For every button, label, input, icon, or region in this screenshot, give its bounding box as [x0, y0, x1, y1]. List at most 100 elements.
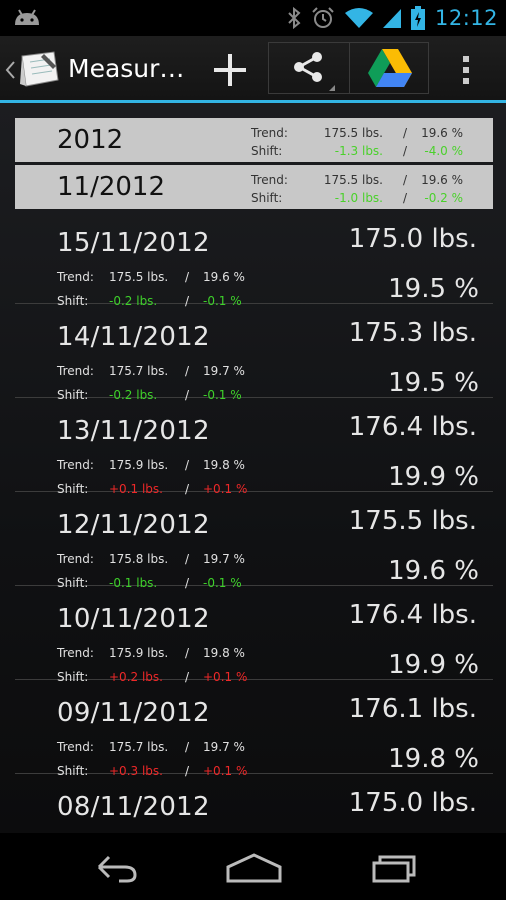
entry-weight: 175.3 lbs. [348, 318, 477, 348]
trend-label: Trend: [57, 646, 94, 660]
share-icon [294, 52, 335, 91]
google-drive-button[interactable] [349, 42, 429, 94]
google-drive-icon [368, 49, 412, 87]
status-bar: 12:12 [0, 0, 506, 36]
bluetooth-icon [288, 6, 301, 30]
trend-weight: 175.7 lbs. [109, 740, 169, 754]
back-chevron-icon [5, 61, 15, 79]
summary-date: 2012 [57, 125, 124, 155]
shift-weight: -1.0 lbs. [334, 191, 383, 205]
android-debug-icon [15, 9, 39, 25]
trend-weight: 175.9 lbs. [109, 646, 169, 660]
trend-fat: 19.7 % [203, 364, 245, 378]
measurement-row[interactable]: 08/11/2012 175.0 lbs. [15, 774, 493, 833]
trend-weight: 175.5 lbs. [109, 270, 169, 284]
alarm-icon [312, 7, 334, 28]
up-navigation-button[interactable] [4, 50, 64, 90]
measurement-row[interactable]: 15/11/2012 175.0 lbs. Trend: 175.5 lbs. … [15, 210, 493, 308]
separator: / [185, 646, 190, 660]
add-measurement-button[interactable] [206, 50, 254, 90]
separator: / [403, 173, 408, 187]
trend-weight: 175.5 lbs. [323, 173, 383, 187]
measurement-row[interactable]: 12/11/2012 175.5 lbs. Trend: 175.8 lbs. … [15, 492, 493, 590]
measurement-row[interactable]: 10/11/2012 176.4 lbs. Trend: 175.9 lbs. … [15, 586, 493, 684]
wifi-icon [344, 8, 373, 28]
notebook-app-icon [20, 51, 59, 87]
nav-back-button[interactable] [83, 847, 143, 887]
trend-fat: 19.6 % [421, 173, 463, 187]
separator: / [185, 740, 190, 754]
shift-fat: -0.2 % [424, 191, 463, 205]
trend-label: Trend: [251, 173, 288, 187]
entry-weight: 175.5 lbs. [348, 506, 477, 536]
separator: / [185, 458, 190, 472]
shift-label: Shift: [251, 191, 283, 205]
navigation-bar [0, 833, 506, 900]
overflow-menu-icon [463, 56, 469, 84]
separator: / [185, 270, 190, 284]
entry-weight: 175.0 lbs. [348, 224, 477, 254]
clock: 12:12 [434, 6, 498, 30]
summary-stats: Trend: 175.5 lbs. / 19.6 % Shift: -1.0 l… [251, 173, 483, 209]
overflow-menu-button[interactable] [450, 50, 482, 90]
entry-date: 09/11/2012 [57, 698, 210, 728]
trend-label: Trend: [57, 364, 94, 378]
share-button[interactable] [268, 42, 350, 94]
trend-weight: 175.9 lbs. [109, 458, 169, 472]
nav-home-button[interactable] [222, 847, 282, 887]
shift-weight: -1.3 lbs. [334, 144, 383, 158]
separator: / [403, 144, 408, 158]
entry-fat: 19.9 % [388, 462, 479, 492]
separator: / [185, 552, 190, 566]
nav-recent-apps-button[interactable] [364, 847, 424, 887]
shift-fat: -4.0 % [424, 144, 463, 158]
measurement-list[interactable]: 2012 Trend: 175.5 lbs. / 19.6 % Shift: -… [0, 103, 506, 833]
entry-date: 12/11/2012 [57, 510, 210, 540]
action-bar-title: Measur… [68, 54, 185, 83]
trend-weight: 175.5 lbs. [323, 126, 383, 140]
cell-signal-icon [382, 9, 401, 28]
entry-fat: 19.6 % [388, 556, 479, 586]
trend-fat: 19.7 % [203, 740, 245, 754]
trend-fat: 19.6 % [203, 270, 245, 284]
trend-label: Trend: [57, 740, 94, 754]
home-icon [226, 853, 282, 883]
trend-label: Trend: [57, 458, 94, 472]
entry-weight: 176.4 lbs. [348, 412, 477, 442]
entry-weight: 176.4 lbs. [348, 600, 477, 630]
trend-label: Trend: [251, 126, 288, 140]
year-summary-header[interactable]: 2012 Trend: 175.5 lbs. / 19.6 % Shift: -… [15, 118, 493, 162]
entry-fat: 19.5 % [388, 368, 479, 398]
shift-label: Shift: [251, 144, 283, 158]
trend-weight: 175.7 lbs. [109, 364, 169, 378]
trend-weight: 175.8 lbs. [109, 552, 169, 566]
back-icon [97, 855, 137, 883]
entry-fat: 19.9 % [388, 650, 479, 680]
entry-weight: 176.1 lbs. [348, 694, 477, 724]
separator: / [403, 126, 408, 140]
entry-weight: 175.0 lbs. [348, 788, 477, 818]
measurement-row[interactable]: 14/11/2012 175.3 lbs. Trend: 175.7 lbs. … [15, 304, 493, 402]
separator: / [403, 191, 408, 205]
battery-charging-icon [410, 6, 425, 30]
trend-label: Trend: [57, 270, 94, 284]
entry-fat: 19.8 % [388, 744, 479, 774]
trend-fat: 19.8 % [203, 646, 245, 660]
measurement-row[interactable]: 09/11/2012 176.1 lbs. Trend: 175.7 lbs. … [15, 680, 493, 778]
trend-fat: 19.6 % [421, 126, 463, 140]
trend-fat: 19.7 % [203, 552, 245, 566]
entry-date: 08/11/2012 [57, 792, 210, 822]
separator: / [185, 364, 190, 378]
entry-date: 15/11/2012 [57, 228, 210, 258]
trend-label: Trend: [57, 552, 94, 566]
add-icon [214, 54, 246, 86]
recent-apps-icon [372, 855, 416, 883]
measurement-row[interactable]: 13/11/2012 176.4 lbs. Trend: 175.9 lbs. … [15, 398, 493, 496]
summary-date: 11/2012 [57, 172, 166, 202]
entry-date: 14/11/2012 [57, 322, 210, 352]
month-summary-header[interactable]: 11/2012 Trend: 175.5 lbs. / 19.6 % Shift… [15, 165, 493, 209]
action-bar: Measur… [0, 36, 506, 103]
entry-date: 10/11/2012 [57, 604, 210, 634]
entry-fat: 19.5 % [388, 274, 479, 304]
entry-date: 13/11/2012 [57, 416, 210, 446]
